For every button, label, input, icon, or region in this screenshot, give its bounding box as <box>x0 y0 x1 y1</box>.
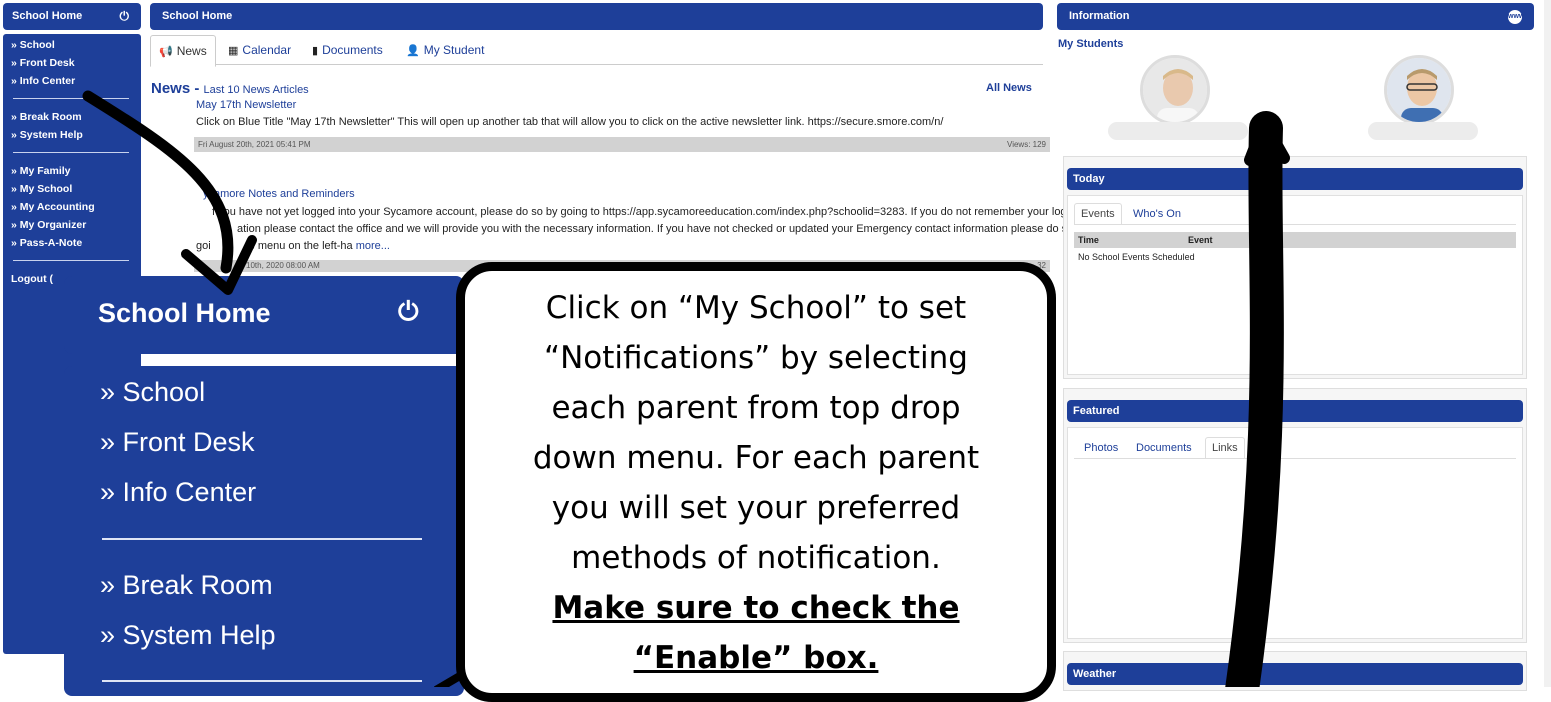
callout-emphasis: “Enable” box. <box>633 640 879 676</box>
callout-line: methods of notification. <box>571 540 941 576</box>
callout-line: each parent from top drop <box>551 390 961 426</box>
callout-line: “Notifications” by selecting <box>544 340 968 376</box>
callout-line: Click on “My School” to set <box>545 290 967 326</box>
callout-line: down menu. For each parent <box>532 440 980 476</box>
callout-line: you will set your preferred <box>551 490 961 526</box>
instruction-callout: Click on “My School” to set “Notificatio… <box>456 262 1056 702</box>
callout-emphasis: Make sure to check the <box>552 590 960 626</box>
